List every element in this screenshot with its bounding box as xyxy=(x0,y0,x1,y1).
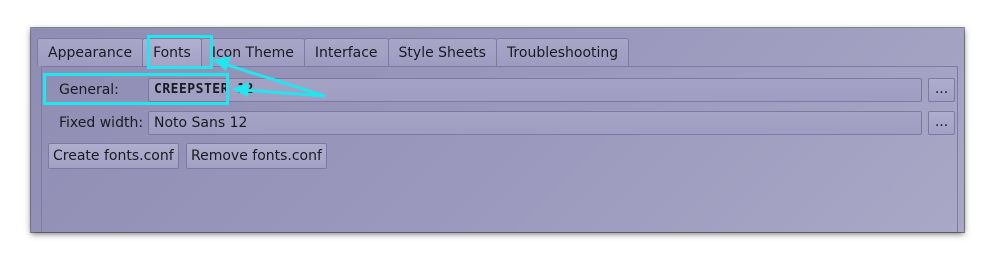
arrow-to-fonts-tab xyxy=(213,56,326,98)
annotation-arrows xyxy=(213,56,326,98)
arrow-to-general-font xyxy=(232,82,326,98)
